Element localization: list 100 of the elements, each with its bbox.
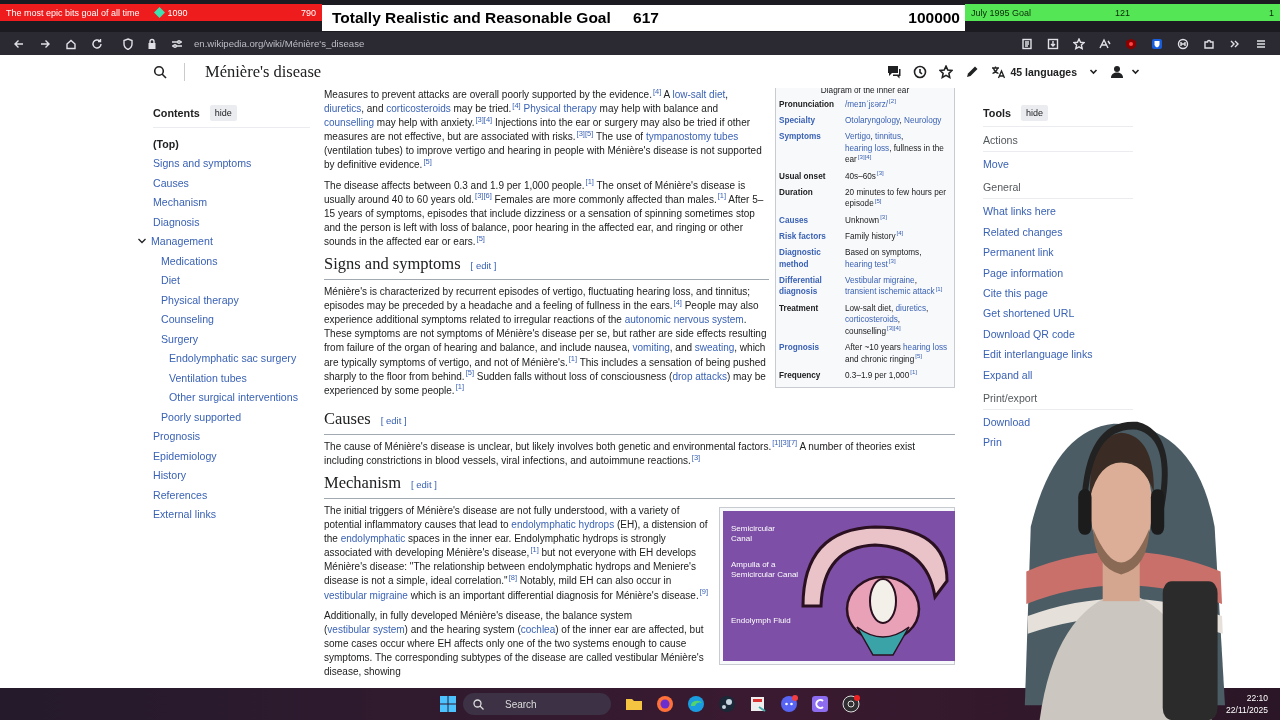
goal-total: 790 bbox=[300, 7, 316, 18]
link[interactable]: Physical therapy bbox=[523, 103, 597, 115]
toc-item[interactable]: Management bbox=[151, 235, 213, 248]
tools-section-heading: Actions bbox=[983, 127, 1133, 152]
infobox-value: Unknown$^{[3]}$ bbox=[844, 212, 888, 227]
tools-link[interactable]: Page information bbox=[983, 262, 1064, 283]
infobox-label-link[interactable]: Symptoms bbox=[778, 128, 844, 169]
infobox-label-link[interactable]: Causes bbox=[778, 212, 844, 229]
languages-button[interactable]: 45 languages bbox=[1010, 65, 1077, 78]
toc-item[interactable]: Signs and symptoms bbox=[153, 157, 252, 170]
toc-item[interactable]: Other surgical interventions bbox=[169, 391, 298, 404]
infobox-value: 20 minutes to few hours per episode$^{[5]}$ bbox=[844, 186, 948, 211]
section-heading: Signs and symptoms bbox=[324, 255, 461, 274]
toc-item[interactable]: Surgery bbox=[161, 332, 199, 345]
link[interactable]: Vertigo bbox=[845, 132, 871, 142]
toc-item[interactable]: References bbox=[153, 488, 208, 501]
edit-link[interactable]: [ edit ] bbox=[470, 257, 497, 276]
toc-item[interactable]: Diet bbox=[161, 274, 180, 287]
url-field[interactable]: en.wikipedia.org/wiki/Ménière's_disease bbox=[194, 38, 365, 49]
search-field[interactable]: Search bbox=[463, 693, 611, 715]
link[interactable]: tinnitus bbox=[875, 132, 901, 142]
edit-link[interactable]: [ edit ] bbox=[411, 475, 437, 494]
link[interactable]: hearing test bbox=[845, 259, 888, 269]
toc-item[interactable]: (Top) bbox=[153, 137, 179, 150]
tools-link[interactable]: Download bbox=[983, 411, 1031, 433]
toc-item[interactable]: Mechanism bbox=[153, 196, 208, 209]
goal-title: The most epic bits goal of all time bbox=[6, 7, 140, 18]
tools-link[interactable]: Move bbox=[983, 154, 1009, 175]
toc-item[interactable]: Epidemiology bbox=[153, 449, 217, 462]
infobox-label: Usual onset bbox=[778, 170, 827, 183]
tools-link[interactable]: Prin bbox=[983, 432, 1002, 453]
infobox-label-link[interactable]: Specialty bbox=[778, 112, 844, 129]
link[interactable]: counselling bbox=[324, 117, 375, 129]
tools-link[interactable]: What links here bbox=[983, 201, 1056, 222]
infobox-label-link[interactable]: Diagnostic method bbox=[778, 244, 844, 273]
link[interactable]: corticosteroids bbox=[386, 103, 451, 115]
link[interactable]: hearing loss bbox=[903, 342, 948, 352]
toc-item[interactable]: Counseling bbox=[161, 313, 214, 326]
goal-title: Totally Realistic and Reasonable Goal bbox=[332, 9, 612, 27]
toc-item[interactable]: Physical therapy bbox=[161, 293, 239, 306]
toc-item[interactable]: Diagnosis bbox=[153, 215, 200, 228]
toc-item[interactable]: Medications bbox=[161, 254, 218, 267]
toc-item[interactable]: Causes bbox=[153, 176, 189, 189]
diagram-label: Semicircular Canal bbox=[731, 523, 775, 543]
hide-button[interactable]: hide bbox=[209, 105, 237, 121]
infobox-value: Vestibular migraine, transient ischemic attack$^{[1]}$ bbox=[844, 274, 944, 299]
link[interactable]: corticosteroids bbox=[845, 315, 898, 325]
infobox-label-link[interactable]: Differential diagnosis bbox=[778, 272, 844, 301]
infobox-label: Duration bbox=[778, 186, 814, 199]
infobox-value: Based on symptoms, hearing test$^{[3]}$ bbox=[844, 247, 923, 271]
link[interactable]: endolymphatic bbox=[340, 533, 406, 545]
paragraph: The initial triggers of Ménière's disease are not fully understood, with a variety of potential inflammatory causes that lead to endolymphatic hydrops (EH), a distension of the endolymphatic spaces in the inner ear. Endolymphatic hydrops is strongly associated with developing Ménière's disease,$^{[1]}$ but not everyone with EH develops Ménière's disease: "The relationship between endolymphatic hydrops and Meniere's disease is not a simple, ideal correlation."$^{[8]}$ Notably, mild EH can also occur in vestibular migraine which is an important differential diagnosis for Ménière's disease.$^{[9]}$ bbox=[324, 503, 710, 603]
tools-link[interactable]: Download QR code bbox=[983, 323, 1075, 345]
tools-link[interactable]: Cite this page bbox=[983, 282, 1048, 304]
infobox-caption: Diagram of the inner ear bbox=[819, 88, 911, 97]
section-heading: Causes bbox=[324, 409, 371, 428]
infobox-label: Frequency bbox=[778, 369, 822, 382]
toc-item[interactable]: Ventilation tubes bbox=[169, 371, 247, 384]
link[interactable]: Vestibular migraine bbox=[845, 275, 915, 285]
link[interactable]: transient ischemic attack bbox=[845, 287, 935, 297]
toc-item[interactable]: History bbox=[153, 469, 186, 482]
contents-heading: Contents bbox=[153, 107, 200, 119]
paragraph: Ménière's is characterized by recurrent episodes of vertigo, fluctuating hearing loss, and tinnitus; episodes may be preceded by a headache and a feeling of fullness in the ears.$^{[4]}$ People may also experience additional symptoms related to irregular reactions of the autonomic nervous system. These symptoms are not symptoms of Ménière's disease per se, but rather are side effects resulting from failure of the organ of hearing and balance, and include nausea, vomiting, and sweating, which are typically symptoms of vertigo, and not of Ménière's.$^{[1]}$ This includes a sensation of being pushed sharply to the floor from behind.$^{[5]}$ Sudden falls without loss of consciousness (drop attacks) may be experienced by some people.$^{[1]}$ bbox=[324, 285, 768, 398]
edit-link[interactable]: [ edit ] bbox=[380, 411, 407, 430]
tools-link[interactable]: Permanent link bbox=[983, 242, 1054, 263]
tools-link[interactable]: Related changes bbox=[983, 221, 1063, 243]
hide-button[interactable]: hide bbox=[1021, 105, 1048, 121]
link[interactable]: autonomic nervous system bbox=[624, 314, 744, 326]
goal-count: 1090 bbox=[167, 7, 188, 18]
toc-item[interactable]: Prognosis bbox=[153, 430, 201, 443]
tools-link[interactable]: Get shortened URL bbox=[983, 303, 1075, 324]
diagram-label: Ampulla of a Semicircular Canal bbox=[731, 559, 799, 579]
link[interactable]: tympanostomy tubes bbox=[645, 131, 739, 143]
link[interactable]: vestibular system bbox=[327, 623, 405, 635]
infobox-label-link[interactable]: Prognosis bbox=[778, 339, 844, 368]
link[interactable]: endolymphatic hydrops bbox=[511, 519, 615, 531]
section-heading: Mechanism bbox=[324, 473, 401, 492]
link[interactable]: drop attacks bbox=[672, 370, 727, 382]
clock-date: 22/11/2025 bbox=[1226, 704, 1268, 716]
tools-link[interactable]: Edit interlanguage links bbox=[983, 344, 1093, 365]
link[interactable]: vestibular migraine bbox=[324, 589, 408, 601]
infobox-value: Otolaryngology, Neurology bbox=[844, 115, 943, 128]
infobox-label-link[interactable]: Risk factors bbox=[778, 228, 844, 245]
infobox-label: Pronunciation bbox=[778, 98, 836, 111]
goal-count: 617 bbox=[633, 9, 659, 27]
link[interactable]: /meɪnˈjɛərz/ bbox=[845, 99, 889, 109]
goal-title: July 1995 Goal bbox=[971, 7, 1033, 18]
toc-item[interactable]: Poorly supported bbox=[161, 410, 242, 423]
toc-item[interactable]: Endolymphatic sac surgery bbox=[169, 352, 297, 365]
infobox-value: /meɪnˈjɛərz/$^{[2]}$ bbox=[844, 96, 897, 111]
infobox-label: Treatment bbox=[778, 302, 820, 315]
goal-total: 1 bbox=[1269, 7, 1274, 18]
link[interactable]: vomiting bbox=[632, 342, 670, 354]
infobox-value: Vertigo, tinnitus, hearing loss, fullness in the ear$^{[3][4]}$ bbox=[844, 131, 945, 167]
link[interactable]: diuretics bbox=[895, 303, 926, 313]
toc-item[interactable]: External links bbox=[153, 508, 216, 521]
clock-time: 22:10 bbox=[1246, 692, 1268, 704]
tools-link[interactable]: Expand all bbox=[983, 364, 1033, 385]
link[interactable]: Neurology bbox=[904, 116, 942, 126]
infobox-value: Family history$^{[4]}$ bbox=[844, 228, 905, 243]
